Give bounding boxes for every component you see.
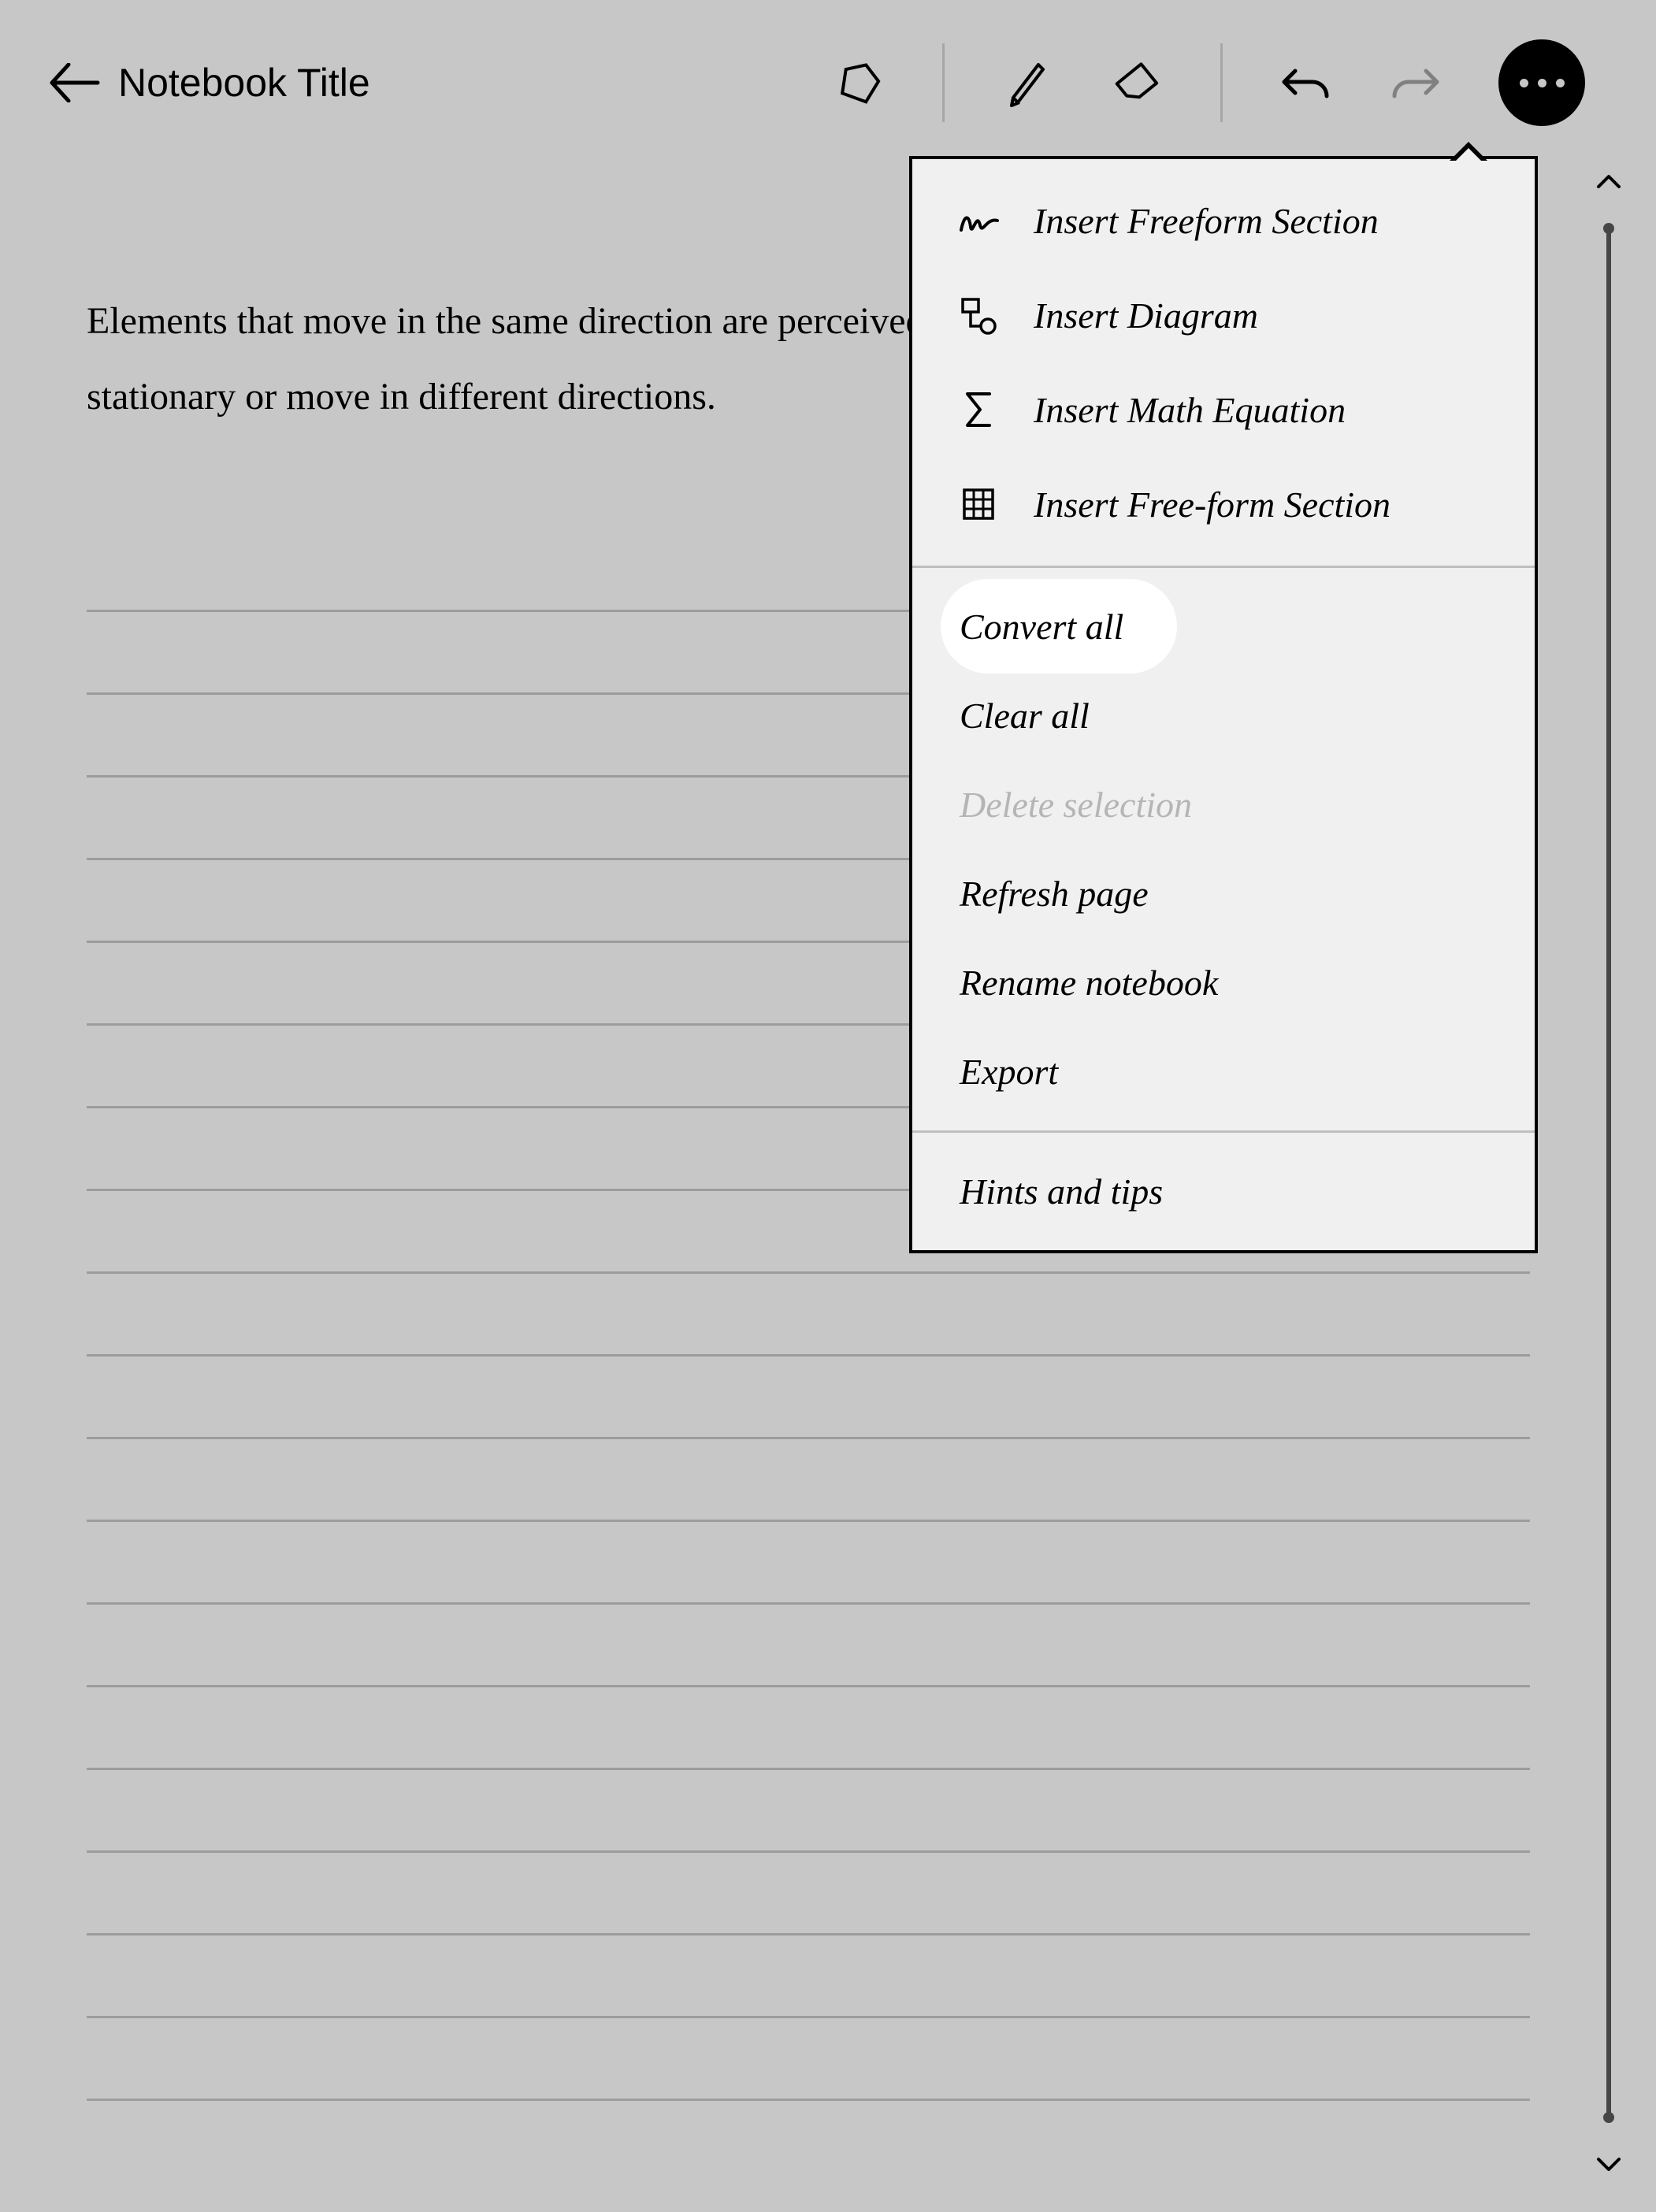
menu-item-label: Insert Freeform Section	[1034, 200, 1379, 242]
menu-section-insert: Insert Freeform Section Insert Diagram I…	[912, 159, 1535, 566]
menu-item-refresh-page[interactable]: Refresh page	[912, 849, 1535, 938]
menu-item-label: Insert Free-form Section	[1034, 484, 1391, 525]
menu-section-actions: Convert all Clear all Delete selection R…	[912, 568, 1535, 1130]
more-menu: Insert Freeform Section Insert Diagram I…	[909, 156, 1538, 1253]
menu-item-insert-diagram[interactable]: Insert Diagram	[912, 268, 1535, 362]
menu-item-hints-tips[interactable]: Hints and tips	[912, 1147, 1535, 1236]
menu-item-rename-notebook[interactable]: Rename notebook	[912, 938, 1535, 1027]
menu-item-label: Convert all	[960, 606, 1123, 648]
sigma-icon	[955, 386, 1002, 433]
menu-item-label: Hints and tips	[960, 1171, 1163, 1212]
menu-item-label: Insert Math Equation	[1034, 389, 1346, 431]
diagram-icon	[955, 291, 1002, 339]
menu-item-label: Export	[960, 1051, 1058, 1093]
scribble-icon	[955, 197, 1002, 244]
menu-item-delete-selection: Delete selection	[912, 760, 1535, 849]
menu-item-label: Delete selection	[960, 784, 1192, 826]
grid-icon	[955, 481, 1002, 528]
menu-item-insert-freeform[interactable]: Insert Freeform Section	[912, 173, 1535, 268]
menu-item-convert-all[interactable]: Convert all	[912, 582, 1535, 671]
menu-item-clear-all[interactable]: Clear all	[912, 671, 1535, 760]
menu-item-label: Rename notebook	[960, 962, 1218, 1004]
menu-item-label: Refresh page	[960, 873, 1149, 915]
menu-item-insert-math[interactable]: Insert Math Equation	[912, 362, 1535, 457]
menu-section-footer: Hints and tips	[912, 1133, 1535, 1250]
menu-item-insert-freeform2[interactable]: Insert Free-form Section	[912, 457, 1535, 551]
menu-item-label: Insert Diagram	[1034, 295, 1258, 336]
menu-item-export[interactable]: Export	[912, 1027, 1535, 1116]
menu-item-label: Clear all	[960, 695, 1090, 737]
